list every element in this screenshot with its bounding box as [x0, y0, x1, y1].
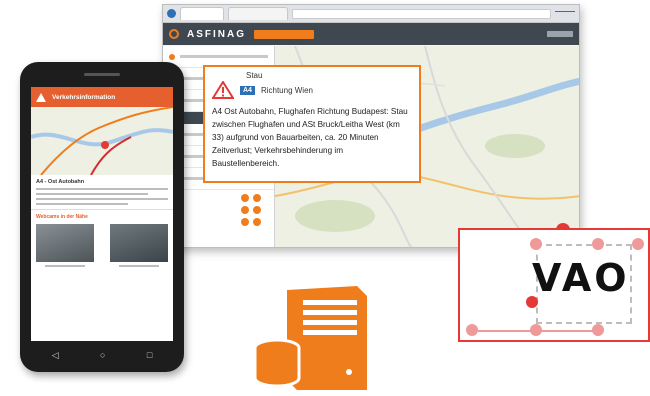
nav-tab-active[interactable] [254, 29, 314, 39]
layer-toggle-grid[interactable] [241, 194, 261, 226]
phone-incident-title: A4 - Ost Autobahn [36, 179, 85, 185]
road-badge: A4 [240, 85, 255, 95]
incident-popup: Stau A4 Richtung Wien A4 Ost Autobahn, F… [203, 65, 421, 183]
smartphone: Verkehrsinformation A4 - Ost Autobahn We… [20, 62, 184, 372]
browser-app-icon [167, 9, 176, 18]
resize-handle[interactable] [466, 324, 478, 336]
server-database-icon [253, 286, 373, 392]
phone-map[interactable] [31, 107, 173, 175]
phone-incident-card[interactable]: A4 - Ost Autobahn [31, 175, 173, 210]
incident-description: A4 Ost Autobahn, Flughafen Richtung Buda… [212, 107, 408, 168]
resize-handle-active[interactable] [526, 296, 538, 308]
brand-logo: ASFINAG [187, 28, 246, 40]
phone-screen: Verkehrsinformation A4 - Ost Autobahn We… [31, 87, 173, 341]
resize-handle[interactable] [530, 238, 542, 250]
phone-speaker [84, 73, 120, 76]
asfinag-logo-icon [169, 29, 179, 39]
webcams-header: Webcams in der Nähe [36, 214, 88, 220]
warning-triangle-icon [211, 80, 235, 99]
back-icon[interactable]: ◁ [52, 350, 59, 361]
webcam-thumbnail[interactable] [110, 224, 168, 267]
direction-text: Richtung Wien [260, 85, 313, 95]
android-nav-bar: ◁ ○ □ [31, 344, 173, 366]
vao-logo: VAO [532, 256, 630, 300]
window-controls[interactable] [555, 10, 575, 17]
phone-app-title: Verkehrsinformation [52, 93, 116, 101]
warning-triangle-icon [36, 92, 46, 102]
map-marker-icon [101, 141, 109, 149]
resize-handle[interactable] [592, 238, 604, 250]
phone-webcams-section: Webcams in der Nähe [31, 210, 173, 271]
recents-icon[interactable]: □ [147, 350, 152, 360]
app-header: ASFINAG [163, 23, 579, 45]
vao-logo-panel: VAO [458, 228, 650, 342]
browser-tab[interactable] [180, 7, 224, 20]
phone-app-bar: Verkehrsinformation [31, 87, 173, 107]
user-menu[interactable] [547, 31, 573, 37]
selection-edge [478, 330, 598, 332]
home-icon[interactable]: ○ [100, 350, 105, 360]
browser-chrome [163, 5, 579, 23]
webcam-thumbnail[interactable] [36, 224, 94, 267]
resize-handle[interactable] [632, 238, 644, 250]
incident-type-label: Stau [246, 71, 263, 80]
address-bar[interactable] [292, 8, 551, 19]
browser-tab-secondary[interactable] [228, 7, 288, 20]
